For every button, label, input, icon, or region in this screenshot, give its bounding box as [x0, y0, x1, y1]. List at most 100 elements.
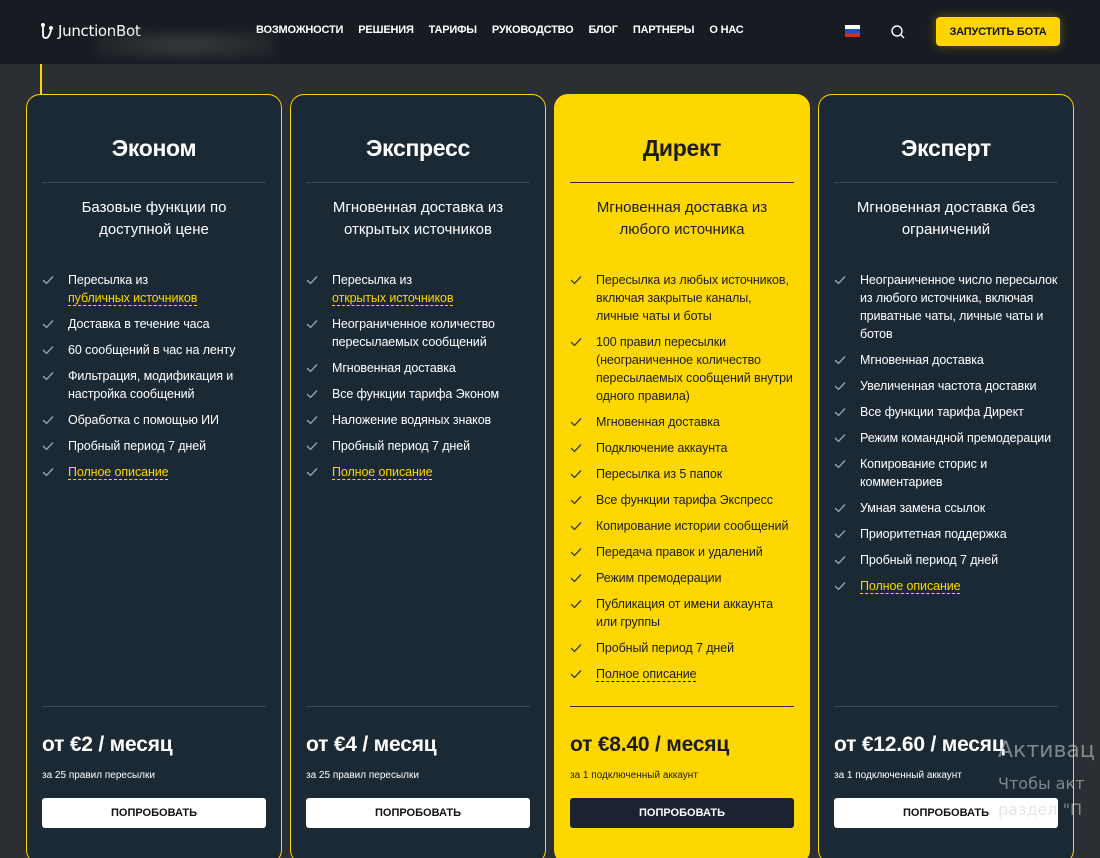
check-icon [570, 338, 582, 347]
feature-text: Пробный период 7 дней [860, 553, 998, 567]
feature-item: Пересылка из открытых источников [306, 271, 533, 307]
divider [42, 706, 266, 707]
feature-item: Умная замена ссылок [834, 499, 1061, 517]
feature-item: 60 сообщений в час на ленту [42, 341, 269, 359]
check-icon [834, 582, 846, 591]
check-icon [306, 364, 318, 373]
feature-text: Подключение аккаунта [596, 441, 728, 455]
divider [570, 182, 794, 183]
feature-item: Копирование истории сообщений [570, 517, 797, 535]
main-nav: ВОЗМОЖНОСТИ РЕШЕНИЯ ТАРИФЫ РУКОВОДСТВО Б… [256, 24, 744, 36]
feature-item: Пробный период 7 дней [570, 639, 797, 657]
feature-list: Пересылка из любых источников, включая з… [570, 271, 797, 691]
feature-text: Режим командной премодерации [860, 431, 1052, 445]
feature-text: Копирование истории сообщений [596, 519, 789, 533]
language-flag-icon[interactable] [845, 25, 860, 37]
junctionbot-logo-icon [41, 23, 53, 39]
feature-item: Наложение водяных знаков [306, 411, 533, 429]
search-icon[interactable] [890, 24, 906, 40]
check-icon [834, 556, 846, 565]
sources-link[interactable]: открытых источников [332, 291, 454, 306]
try-plan-button[interactable]: ПОПРОБОВАТЬ [306, 798, 530, 828]
feature-text: Пересылка из 5 папок [596, 467, 723, 481]
check-icon [306, 320, 318, 329]
nav-item-pricing[interactable]: ТАРИФЫ [429, 24, 477, 36]
feature-item: Приоритетная поддержка [834, 525, 1061, 543]
check-icon [42, 346, 54, 355]
plan-price: от €12.60 / месяц [834, 733, 1005, 756]
check-icon [570, 644, 582, 653]
full-description-link[interactable]: Полное описание [596, 667, 697, 682]
plan-subtitle: Базовые функции по доступной цене [81, 199, 227, 238]
feature-text: Неограниченное число пересылок из любого… [860, 273, 1058, 341]
check-icon [570, 670, 582, 679]
full-description-link[interactable]: Полное описание [68, 465, 169, 480]
price-note: за 1 подключенный аккаунт [570, 770, 698, 781]
try-plan-button[interactable]: ПОПРОБОВАТЬ [42, 798, 266, 828]
feature-text: Все функции тарифа Эконом [332, 387, 500, 401]
pricing-card-express: Экспресс Мгновенная доставка из открытых … [290, 94, 546, 858]
feature-item: Увеличенная частота доставки [834, 377, 1061, 395]
feature-item: 100 правил пересылки (неограниченное кол… [570, 333, 797, 405]
price-note: за 25 правил пересылки [42, 770, 155, 781]
nav-item-solutions[interactable]: РЕШЕНИЯ [358, 24, 414, 36]
feature-item: Пересылка из 5 папок [570, 465, 797, 483]
check-icon [306, 416, 318, 425]
feature-item: Неограниченное количество пересылаемых с… [306, 315, 533, 351]
plan-subtitle: Мгновенная доставка из открытых источник… [332, 199, 504, 238]
check-icon [570, 470, 582, 479]
nav-item-partners[interactable]: ПАРТНЕРЫ [633, 24, 695, 36]
nav-item-guide[interactable]: РУКОВОДСТВО [492, 24, 574, 36]
try-plan-button[interactable]: ПОПРОБОВАТЬ [834, 798, 1058, 828]
check-icon [834, 434, 846, 443]
check-icon [570, 496, 582, 505]
feature-text: Наложение водяных знаков [332, 413, 492, 427]
divider [306, 706, 530, 707]
feature-item: Режим премодерации [570, 569, 797, 587]
feature-list: Пересылка из открытых источников Неограни… [306, 271, 533, 489]
check-icon [570, 444, 582, 453]
feature-item: Доставка в течение часа [42, 315, 269, 333]
plan-title: Экспресс [366, 135, 470, 161]
check-icon [306, 468, 318, 477]
check-icon [570, 276, 582, 285]
full-description-item: Полное описание [570, 665, 797, 683]
feature-text: Пересылка из [68, 273, 149, 287]
feature-text: Доставка в течение часа [68, 317, 210, 331]
check-icon [834, 408, 846, 417]
full-description-link[interactable]: Полное описание [860, 579, 961, 594]
check-icon [42, 468, 54, 477]
feature-text: Приоритетная поддержка [860, 527, 1007, 541]
nav-item-about[interactable]: О НАС [709, 24, 743, 36]
check-icon [42, 416, 54, 425]
launch-bot-button[interactable]: ЗАПУСТИТЬ БОТА [936, 17, 1060, 46]
feature-item: Пересылка из публичных источников [42, 271, 269, 307]
full-description-link[interactable]: Полное описание [332, 465, 433, 480]
feature-text: Копирование сторис и комментариев [860, 457, 988, 489]
feature-text: Пробный период 7 дней [68, 439, 206, 453]
divider [306, 182, 530, 183]
divider [42, 182, 266, 183]
check-icon [834, 460, 846, 469]
feature-item: Все функции тарифа Экспресс [570, 491, 797, 509]
feature-text: Умная замена ссылок [860, 501, 986, 515]
check-icon [834, 530, 846, 539]
feature-text: 60 сообщений в час на ленту [68, 343, 236, 357]
feature-item: Пересылка из любых источников, включая з… [570, 271, 797, 325]
feature-item: Мгновенная доставка [570, 413, 797, 431]
feature-text: Пересылка из любых источников, включая з… [596, 273, 789, 323]
check-icon [306, 390, 318, 399]
nav-item-blog[interactable]: БЛОГ [588, 24, 618, 36]
try-plan-button[interactable]: ПОПРОБОВАТЬ [570, 798, 794, 828]
plan-subtitle: Мгновенная доставка из любого источника [596, 199, 768, 238]
full-description-item: Полное описание [306, 463, 533, 481]
feature-list: Пересылка из публичных источников Доставк… [42, 271, 269, 489]
sources-link[interactable]: публичных источников [68, 291, 197, 306]
feature-item: Подключение аккаунта [570, 439, 797, 457]
divider [834, 182, 1058, 183]
feature-item: Мгновенная доставка [306, 359, 533, 377]
check-icon [42, 372, 54, 381]
feature-item: Пробный период 7 дней [42, 437, 269, 455]
feature-text: 100 правил пересылки (неограниченное кол… [596, 335, 793, 403]
feature-item: Пробный период 7 дней [306, 437, 533, 455]
